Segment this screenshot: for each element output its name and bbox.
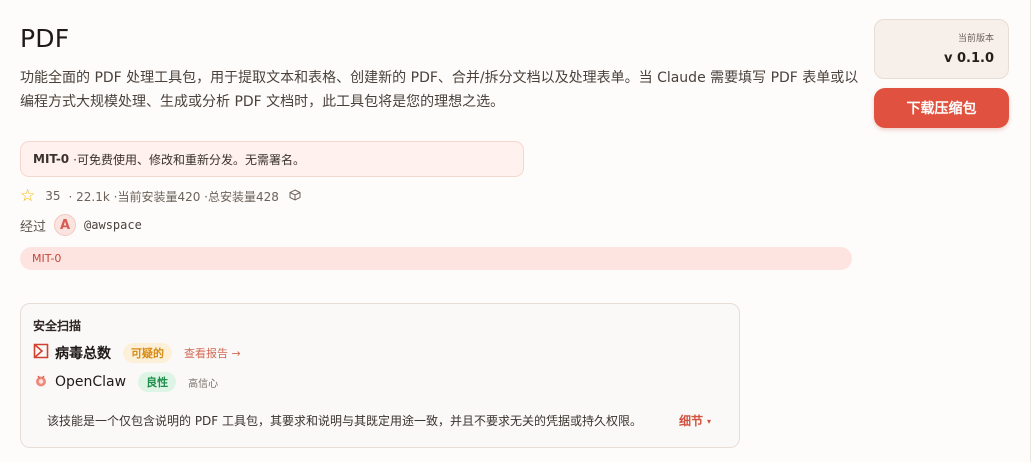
stats-row: ☆ 35 · 22.1k ·当前安装量420 ·总安装量428 — [20, 186, 301, 206]
chevron-down-icon: ▾ — [707, 417, 712, 426]
details-label: 细节 — [679, 414, 704, 428]
install-stats: · 22.1k ·当前安装量420 ·总安装量428 — [68, 189, 279, 204]
star-icon[interactable]: ☆ — [20, 187, 35, 205]
openclaw-row: OpenClaw 良性 高信心 — [33, 372, 218, 392]
skill-description: 功能全面的 PDF 处理工具包，用于提取文本和表格、创建新的 PDF、合并/拆分… — [20, 70, 859, 110]
download-zip-button[interactable]: 下载压缩包 — [874, 88, 1009, 128]
security-scan-heading: 安全扫描 — [33, 319, 82, 333]
license-tag-label: MIT-0 — [32, 252, 62, 265]
license-notice: MIT-0 ·可免费使用、修改和重新分发。无需署名。 — [20, 141, 524, 177]
virustotal-row: 病毒总数 可疑的 查看报告 → — [33, 343, 241, 363]
license-name: MIT-0 — [33, 152, 70, 166]
author-prefix: 经过 — [20, 219, 47, 235]
skill-detail-card: PDF 功能全面的 PDF 处理工具包，用于提取文本和表格、创建新的 PDF、合… — [0, 0, 1031, 462]
license-text: ·可免费使用、修改和重新分发。无需署名。 — [73, 152, 305, 167]
star-count: 35 — [45, 189, 61, 203]
openclaw-name: OpenClaw — [55, 374, 127, 390]
details-toggle[interactable]: 细节 ▾ — [679, 412, 711, 429]
page-title: PDF — [20, 24, 70, 53]
package-icon — [289, 188, 301, 204]
openclaw-icon — [33, 373, 55, 392]
author-handle[interactable]: @awspace — [84, 218, 142, 232]
security-scan-panel: 安全扫描 病毒总数 可疑的 查看报告 → OpenClaw 良性 高信心 该技能… — [20, 303, 740, 448]
scan-summary: 该技能是一个仅包含说明的 PDF 工具包，其要求和说明与其既定用途一致，并且不要… — [47, 414, 643, 428]
suspicious-badge: 可疑的 — [123, 343, 172, 363]
avatar[interactable]: A — [54, 214, 77, 236]
view-report-link[interactable]: 查看报告 → — [184, 345, 241, 361]
author-row: 经过 A @awspace — [20, 214, 142, 236]
virustotal-name: 病毒总数 — [55, 346, 111, 362]
version-label: 当前版本 — [957, 34, 994, 44]
virustotal-icon — [33, 343, 55, 363]
benign-badge: 良性 — [138, 372, 177, 392]
confidence-label: 高信心 — [188, 378, 219, 390]
version-card: 当前版本 v 0.1.0 — [874, 19, 1009, 79]
license-tag: MIT-0 — [20, 247, 852, 270]
version-value: v 0.1.0 — [943, 51, 994, 66]
